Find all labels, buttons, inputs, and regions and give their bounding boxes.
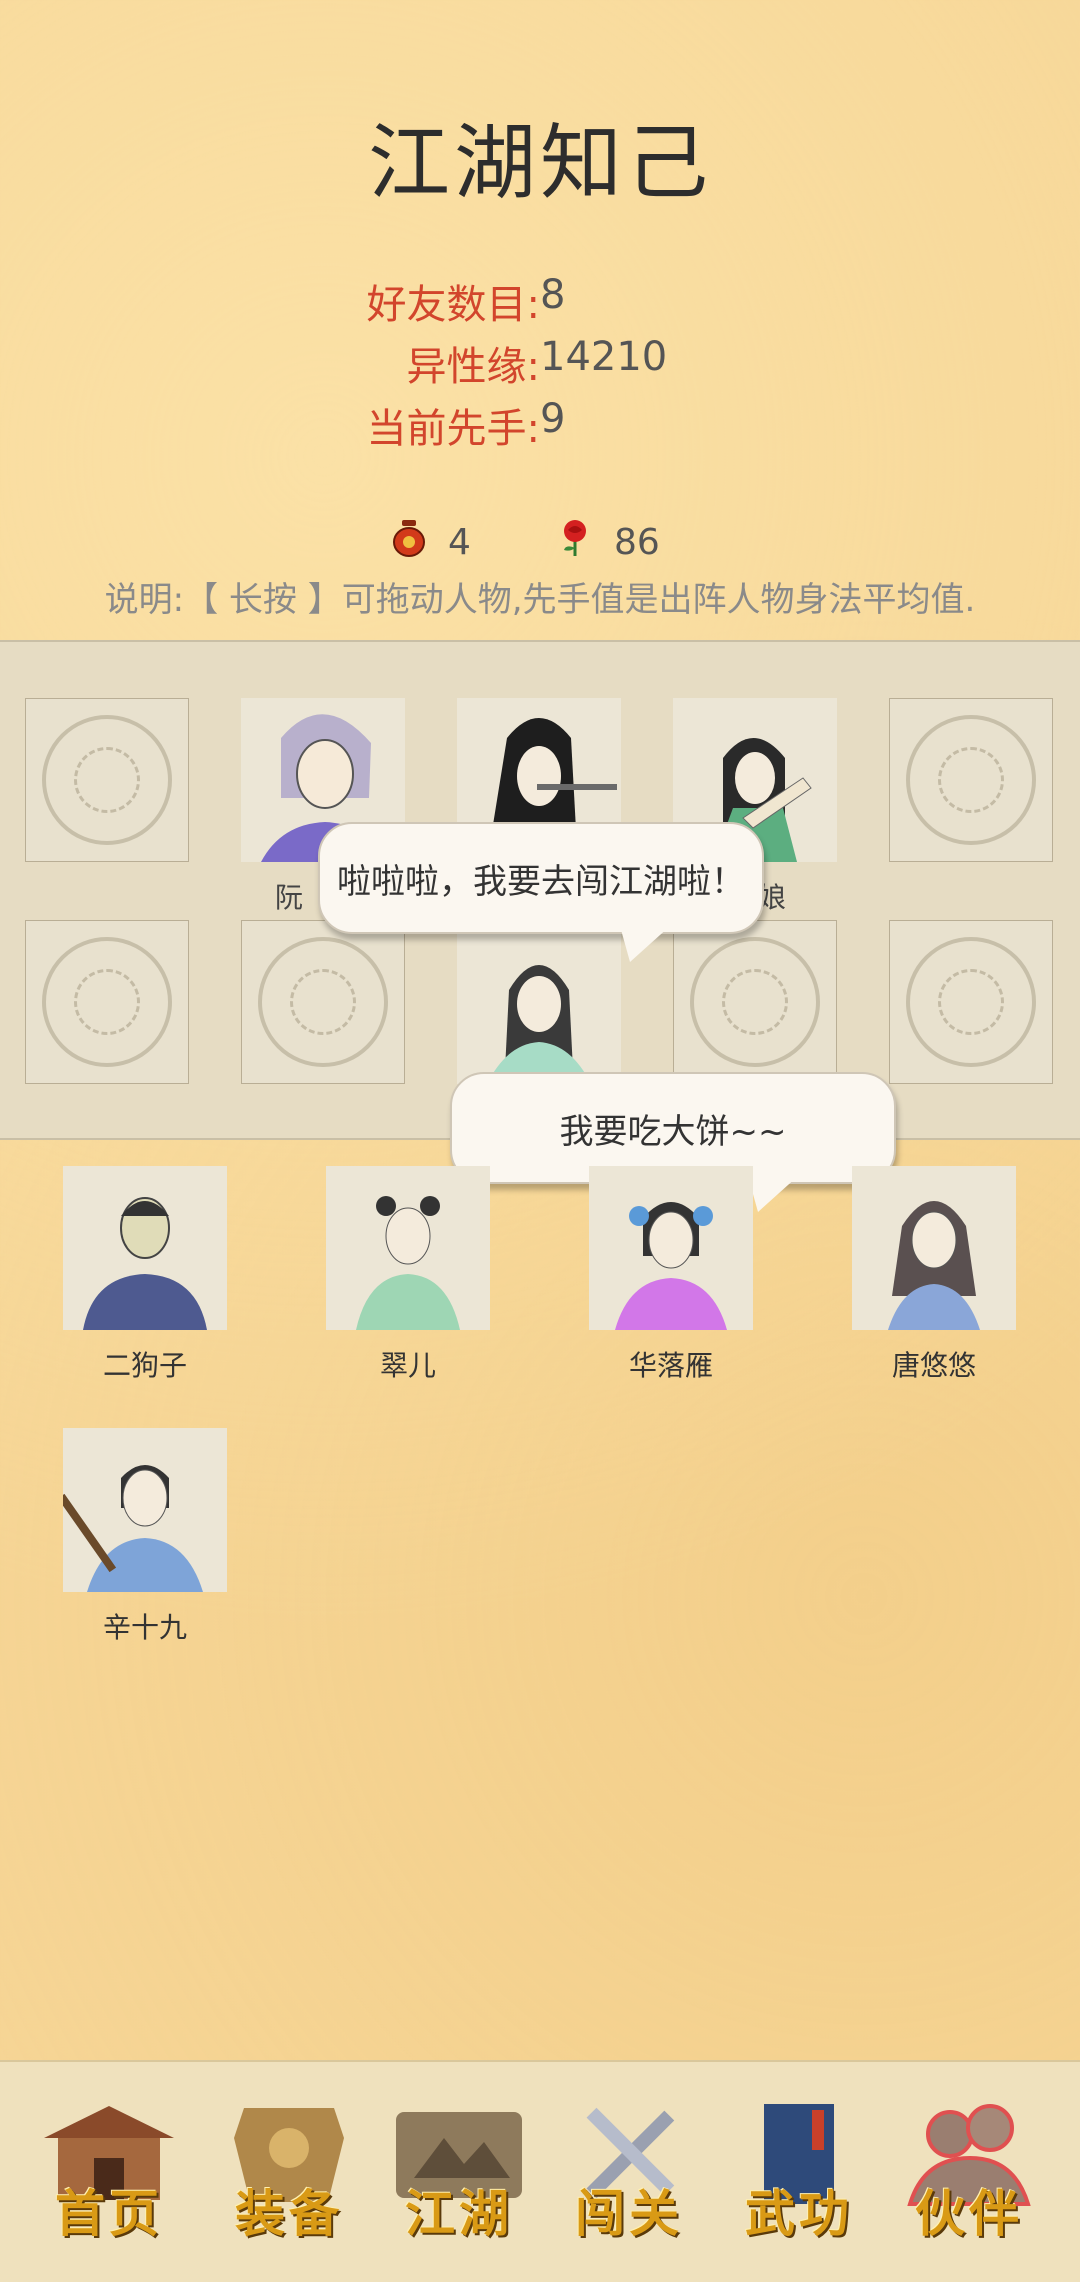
hero-name: 阮: [274, 881, 303, 914]
page-title: 江湖知己: [367, 116, 712, 211]
roster-card[interactable]: [326, 1166, 490, 1330]
hero-portrait: [615, 1202, 727, 1330]
rose-icon: [558, 518, 592, 567]
hero-portrait: [356, 1196, 460, 1330]
roster-card[interactable]: [63, 1166, 227, 1330]
wine-count: 4: [448, 522, 471, 563]
roster-name: 二狗子: [102, 1349, 187, 1382]
wine-jar-icon: [392, 518, 426, 567]
hero-name: 娘: [758, 881, 787, 914]
speech-bubble-text: 我要吃大饼~~: [559, 1111, 787, 1152]
nav-martial-arts-label: 武功: [745, 2184, 853, 2243]
roster-card[interactable]: [589, 1166, 753, 1330]
hero-portrait: [888, 1201, 980, 1330]
rose-count: 86: [614, 522, 660, 563]
nav-challenge[interactable]: 闯关: [554, 2098, 704, 2248]
speech-bubble: 啦啦啦，我要去闯江湖啦！: [318, 822, 764, 934]
friends-count-value: 8: [540, 272, 566, 318]
bottom-nav: 首页 装备 江湖 闯关 武功 伙伴: [0, 2060, 1080, 2282]
first-move-label: 当前先手:: [366, 406, 540, 452]
nav-partners[interactable]: 伙伴: [894, 2098, 1044, 2248]
hero-portrait: [57, 1465, 203, 1592]
nav-martial-arts[interactable]: 武功: [724, 2098, 874, 2248]
roster-card[interactable]: [57, 1428, 227, 1592]
formation-slot-empty[interactable]: [889, 698, 1053, 862]
roster-card[interactable]: [852, 1166, 1016, 1330]
speech-bubble-tail: [748, 1176, 798, 1212]
roster-name: 辛十九: [102, 1611, 187, 1644]
roster-name: 唐悠悠: [891, 1349, 976, 1382]
nav-equipment-label: 装备: [235, 2184, 343, 2243]
resource-bar: 4 86: [0, 512, 1080, 568]
formation-slot-empty[interactable]: [25, 920, 189, 1084]
speech-bubble-tail: [620, 926, 670, 962]
formation-slot-empty[interactable]: [241, 920, 405, 1084]
roster-name: 华落雁: [628, 1349, 713, 1382]
friends-count-label: 好友数目:: [366, 282, 540, 328]
charm-value: 14210: [540, 334, 668, 380]
formation-slot-empty[interactable]: [25, 698, 189, 862]
formation-slot-hero[interactable]: [457, 920, 621, 1084]
nav-home-label: 首页: [55, 2184, 163, 2243]
roster-name: 翠儿: [379, 1349, 436, 1382]
nav-partners-label: 伙伴: [915, 2184, 1023, 2243]
rose-resource: 86: [558, 518, 660, 567]
wine-resource: 4: [392, 518, 471, 567]
charm-label: 异性缘:: [406, 344, 540, 390]
instruction-note: 说明:【 长按 】可拖动人物,先手值是出阵人物身法平均值.: [104, 580, 976, 620]
hero-portrait: [487, 965, 591, 1084]
nav-jianghu-label: 江湖: [405, 2184, 513, 2243]
formation-slot-empty[interactable]: [673, 920, 837, 1084]
first-move-value: 9: [540, 396, 566, 442]
nav-jianghu[interactable]: 江湖: [384, 2098, 534, 2248]
nav-home[interactable]: 首页: [34, 2098, 184, 2248]
speech-bubble-text: 啦啦啦，我要去闯江湖啦！: [337, 861, 745, 902]
hero-portrait: [83, 1197, 207, 1330]
nav-challenge-label: 闯关: [575, 2184, 683, 2243]
nav-equipment[interactable]: 装备: [214, 2098, 364, 2248]
formation-slot-empty[interactable]: [889, 920, 1053, 1084]
